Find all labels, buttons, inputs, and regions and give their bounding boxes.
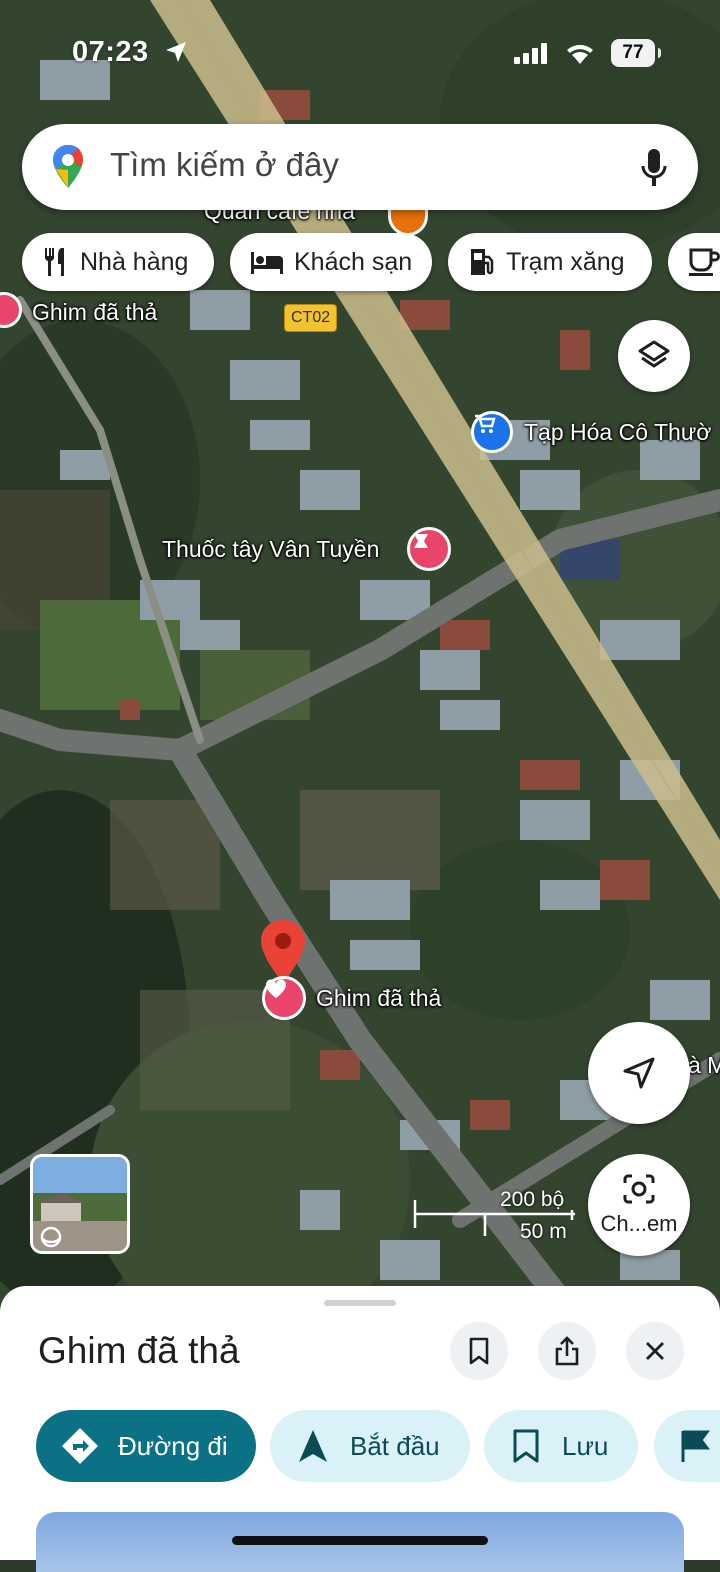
road-shield-ct02: CT02	[284, 304, 338, 332]
save-bookmark-button[interactable]	[450, 1322, 508, 1380]
lens-button[interactable]: Ch...em	[588, 1154, 690, 1256]
hotel-icon	[251, 252, 283, 274]
close-button[interactable]	[626, 1322, 684, 1380]
edge-label: à M	[688, 1052, 720, 1078]
flag-button[interactable]	[654, 1410, 720, 1482]
navigation-start-icon	[299, 1430, 327, 1462]
camera-lens-icon	[623, 1174, 655, 1204]
chip-gas-stations[interactable]: Trạm xăng	[448, 233, 652, 291]
lens-button-label: Ch...em	[600, 1211, 678, 1236]
pharmacy-label[interactable]: Thuốc tây Vân Tuyền	[162, 536, 379, 563]
save-label: Lưu	[562, 1430, 609, 1461]
home-indicator[interactable]	[232, 1536, 488, 1545]
layers-icon	[638, 340, 670, 368]
street-view-thumbnail[interactable]	[30, 1154, 130, 1254]
directions-label: Đường đi	[118, 1430, 228, 1461]
shopping-cart-icon[interactable]	[471, 411, 513, 453]
chip-gas-stations-label: Trạm xăng	[506, 247, 625, 276]
share-button[interactable]	[538, 1322, 596, 1380]
signal-icon	[514, 43, 547, 64]
restaurant-icon	[44, 248, 64, 276]
gas-station-icon	[471, 249, 494, 275]
microphone-icon[interactable]	[640, 148, 668, 188]
chip-hotels[interactable]: Khách sạn	[230, 233, 432, 291]
coffee-icon	[689, 248, 720, 276]
google-maps-logo-icon	[53, 144, 83, 188]
search-placeholder[interactable]: Tìm kiếm ở đây	[110, 146, 339, 184]
battery-indicator: 77	[611, 39, 661, 67]
street-view-image	[33, 1157, 127, 1251]
chip-restaurants-label: Nhà hàng	[80, 247, 189, 276]
drag-handle[interactable]	[324, 1300, 396, 1306]
bookmark-icon	[469, 1337, 489, 1365]
location-arrow-icon	[166, 42, 186, 62]
directions-button[interactable]: Đường đi	[36, 1410, 256, 1482]
map-scale: 200 bộ 50 m	[412, 1186, 582, 1246]
place-title: Ghim đã thả	[38, 1330, 240, 1371]
store-label[interactable]: Tạp Hóa Cô Thườ	[524, 419, 711, 446]
layers-button[interactable]	[618, 320, 690, 392]
dropped-pin-top-label[interactable]: Ghim đã thả	[32, 299, 157, 326]
start-label: Bắt đầu	[350, 1430, 440, 1461]
save-button[interactable]: Lưu	[484, 1410, 638, 1482]
chip-hotels-label: Khách sạn	[294, 247, 413, 276]
save-bookmark-icon	[513, 1429, 539, 1463]
pharmacy-icon[interactable]	[407, 527, 451, 571]
dropped-pin-label[interactable]: Ghim đã thả	[316, 985, 441, 1012]
chip-coffee[interactable]	[668, 233, 720, 291]
flag-icon	[681, 1430, 710, 1462]
place-bottom-sheet[interactable]: Ghim đã thả Đường đi Bắt đầu Lưu	[0, 1286, 720, 1572]
navigation-arrow-icon	[623, 1057, 655, 1089]
start-button[interactable]: Bắt đầu	[270, 1410, 470, 1482]
chip-restaurants[interactable]: Nhà hàng	[22, 233, 214, 291]
close-icon	[646, 1342, 664, 1360]
status-bar: 07:23 77	[0, 0, 720, 110]
category-chips: Nhà hàng Khách sạn Trạm xăng	[22, 233, 720, 293]
share-icon	[555, 1336, 579, 1366]
my-location-button[interactable]	[588, 1022, 690, 1124]
scale-bar	[413, 1200, 575, 1236]
directions-icon	[62, 1428, 98, 1464]
wifi-icon	[567, 44, 593, 64]
search-bar[interactable]: Tìm kiếm ở đây	[22, 124, 698, 210]
saved-pin-heart-icon[interactable]	[262, 976, 306, 1020]
clock: 07:23	[72, 36, 149, 68]
